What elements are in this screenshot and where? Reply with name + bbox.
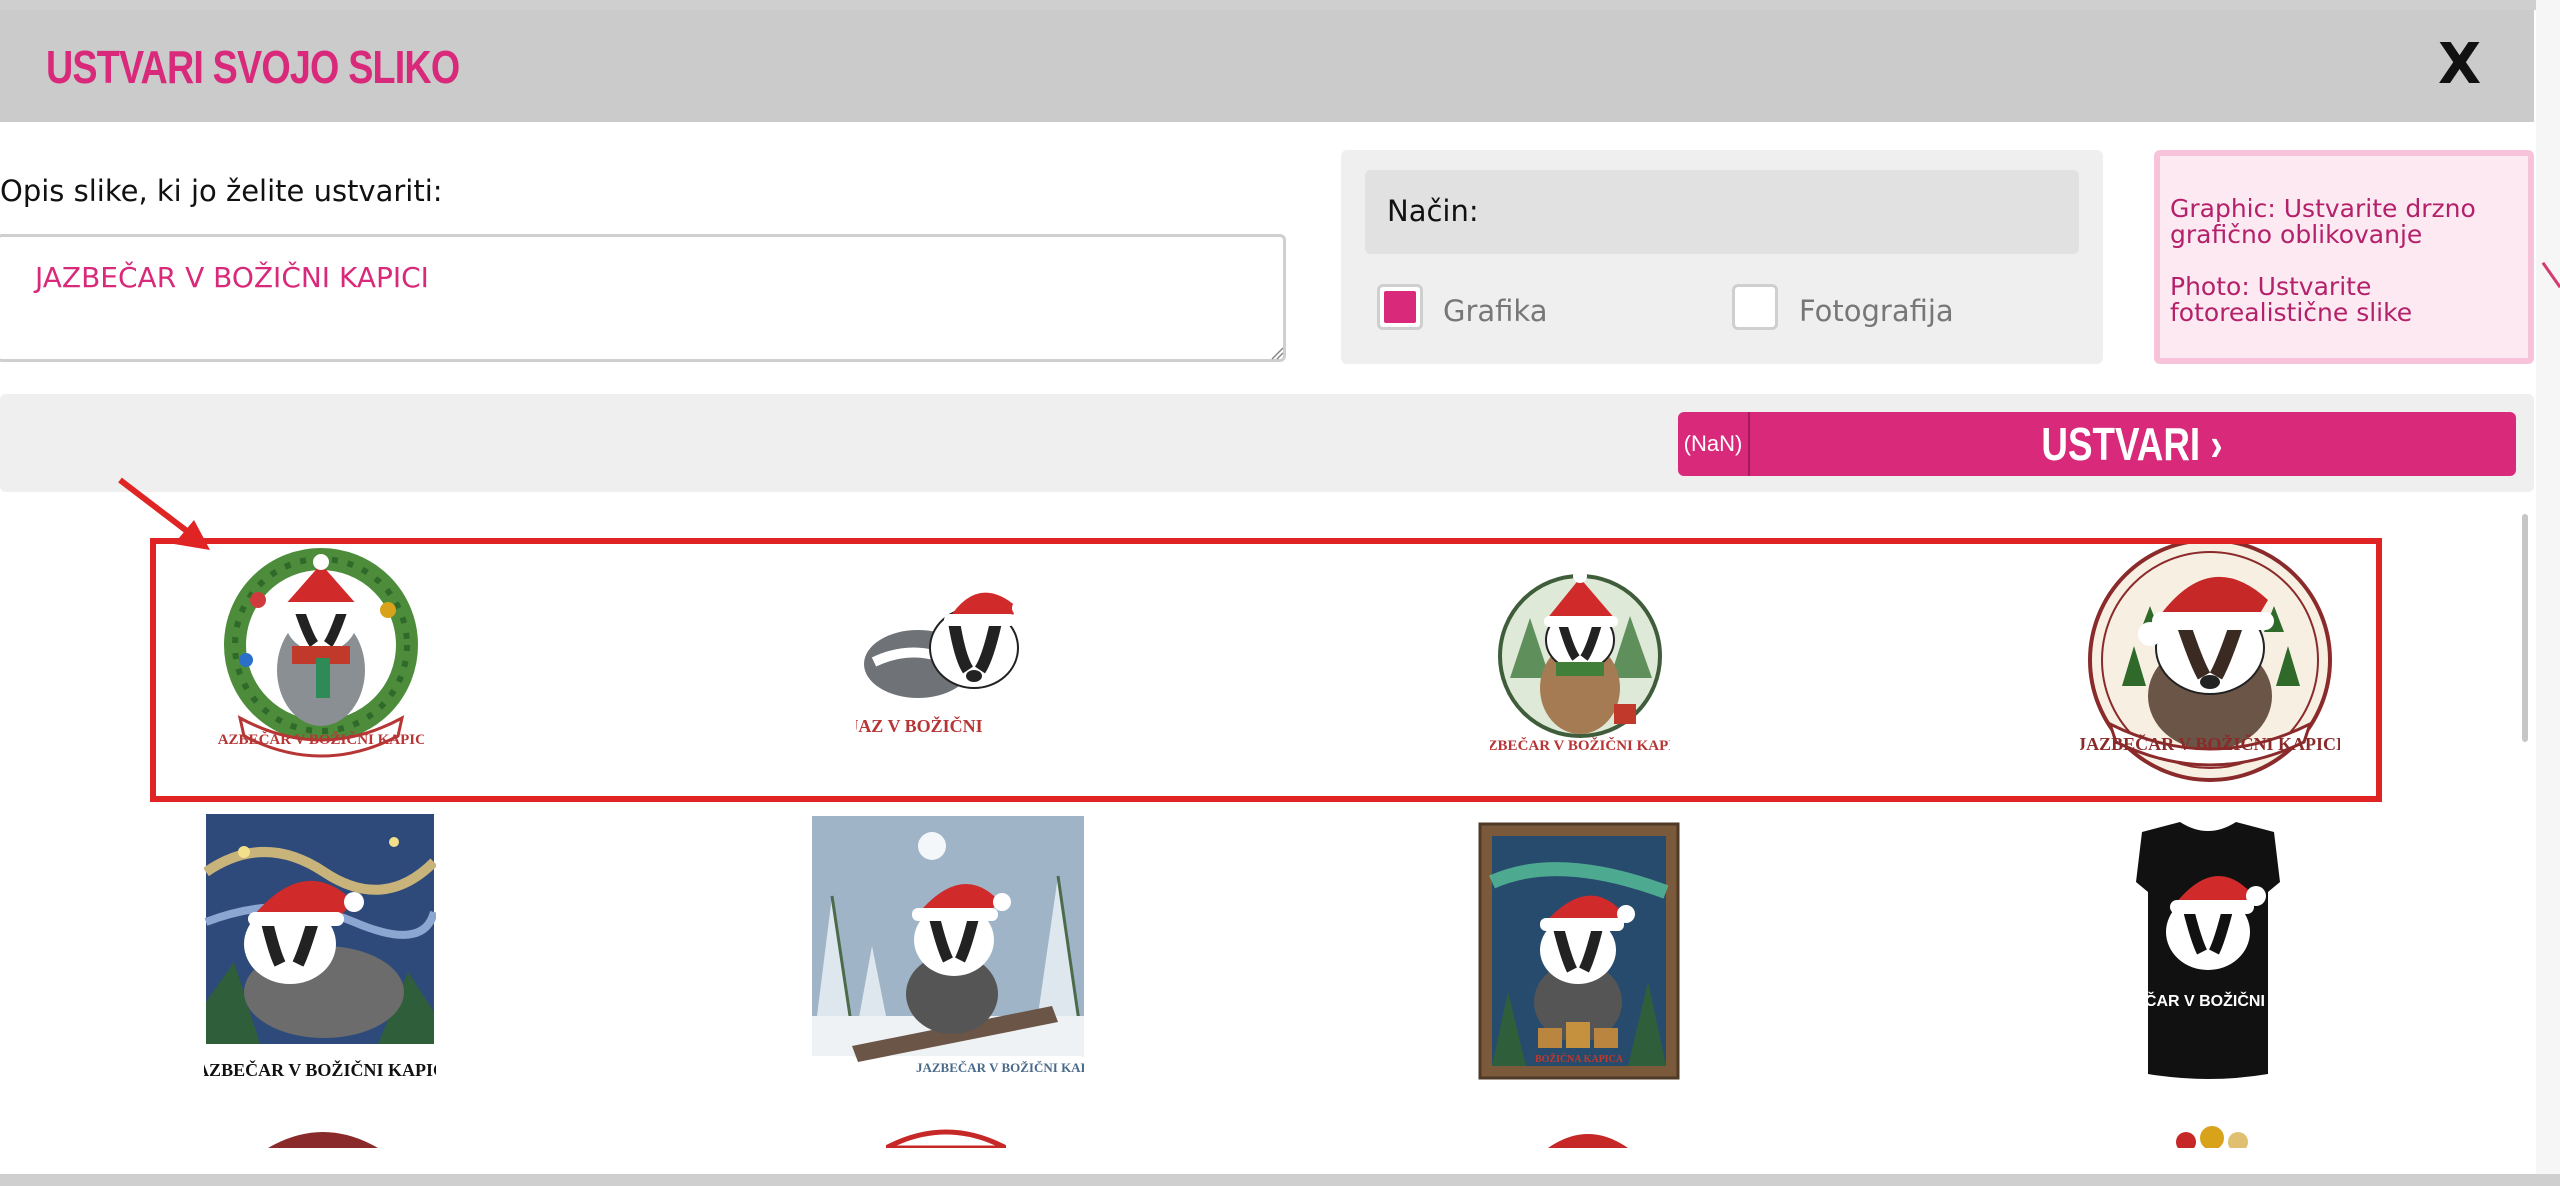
badger-forest-image[interactable]: JAZBEČAR V BOŽIČNI KAPICI <box>812 816 1084 1078</box>
credit-cost-badge: (NaN) <box>1678 412 1750 476</box>
info-photo-text: Photo: Ustvarite fotorealistične slike <box>2170 272 2413 327</box>
graphic-checkbox[interactable] <box>1377 284 1423 330</box>
badger-starry-caption: JAZBEČAR V BOŽIČNI KAPICI <box>204 1059 436 1080</box>
description-input[interactable]: JAZBEČAR V BOŽIČNI KAPICI <box>0 234 1286 362</box>
modal-header: USTVARI SVOJO SLIKO X <box>0 10 2534 122</box>
photo-checkbox[interactable] <box>1732 284 1778 330</box>
badger-framed-image[interactable]: BOŽIČNA KAPICA <box>1478 822 1680 1080</box>
create-button[interactable]: (NaN) USTVARI › <box>1678 412 2516 476</box>
badger-framed-caption: BOŽIČNA KAPICA <box>1535 1052 1624 1065</box>
close-button[interactable]: X <box>2438 32 2481 97</box>
photo-checkbox-label[interactable]: Fotografija <box>1799 294 1954 328</box>
gallery-scrollbar[interactable] <box>2522 514 2528 742</box>
gallery-image-row3-4[interactable] <box>2166 1124 2262 1148</box>
gallery-image-row3-1[interactable] <box>268 1126 378 1148</box>
highlight-box <box>150 538 2382 802</box>
badger-forest-caption: JAZBEČAR V BOŽIČNI KAPICI <box>916 1060 1084 1075</box>
create-button-label: USTVARI › <box>2041 418 2223 470</box>
window-bottom-edge <box>0 1174 2560 1186</box>
mode-header: Način: <box>1365 170 2079 254</box>
page-right-edge <box>2536 0 2560 1186</box>
graphic-checkbox-label[interactable]: Grafika <box>1443 294 1548 328</box>
window-top-edge <box>0 0 2560 10</box>
badger-tshirt-caption: JAZBEČAR V BOŽIČNI KAPICI <box>2128 991 2288 1010</box>
red-arrow-icon <box>118 477 210 550</box>
create-image-modal: USTVARI SVOJO SLIKO X Opis slike, ki jo … <box>0 10 2536 1174</box>
info-graphic-text: Graphic: Ustvarite drzno grafično obliko… <box>2170 194 2476 249</box>
resize-handle-icon[interactable] <box>1270 346 1284 360</box>
description-label: Opis slike, ki jo želite ustvariti: <box>0 174 443 208</box>
modal-title: USTVARI SVOJO SLIKO <box>46 41 460 93</box>
gallery-image-row3-2[interactable] <box>886 1126 1006 1148</box>
edge-mark <box>2541 261 2560 289</box>
badger-starry-image[interactable]: JAZBEČAR V BOŽIČNI KAPICI <box>204 812 436 1092</box>
badger-tshirt-image[interactable]: JAZBEČAR V BOŽIČNI KAPICI <box>2128 822 2288 1080</box>
gallery-image-row3-3[interactable] <box>1548 1128 1628 1148</box>
mode-label: Način: <box>1387 194 1479 228</box>
mode-info-box: Graphic: Ustvarite drzno grafično obliko… <box>2154 150 2534 364</box>
mode-panel: Način: Grafika Fotografija <box>1341 150 2103 364</box>
